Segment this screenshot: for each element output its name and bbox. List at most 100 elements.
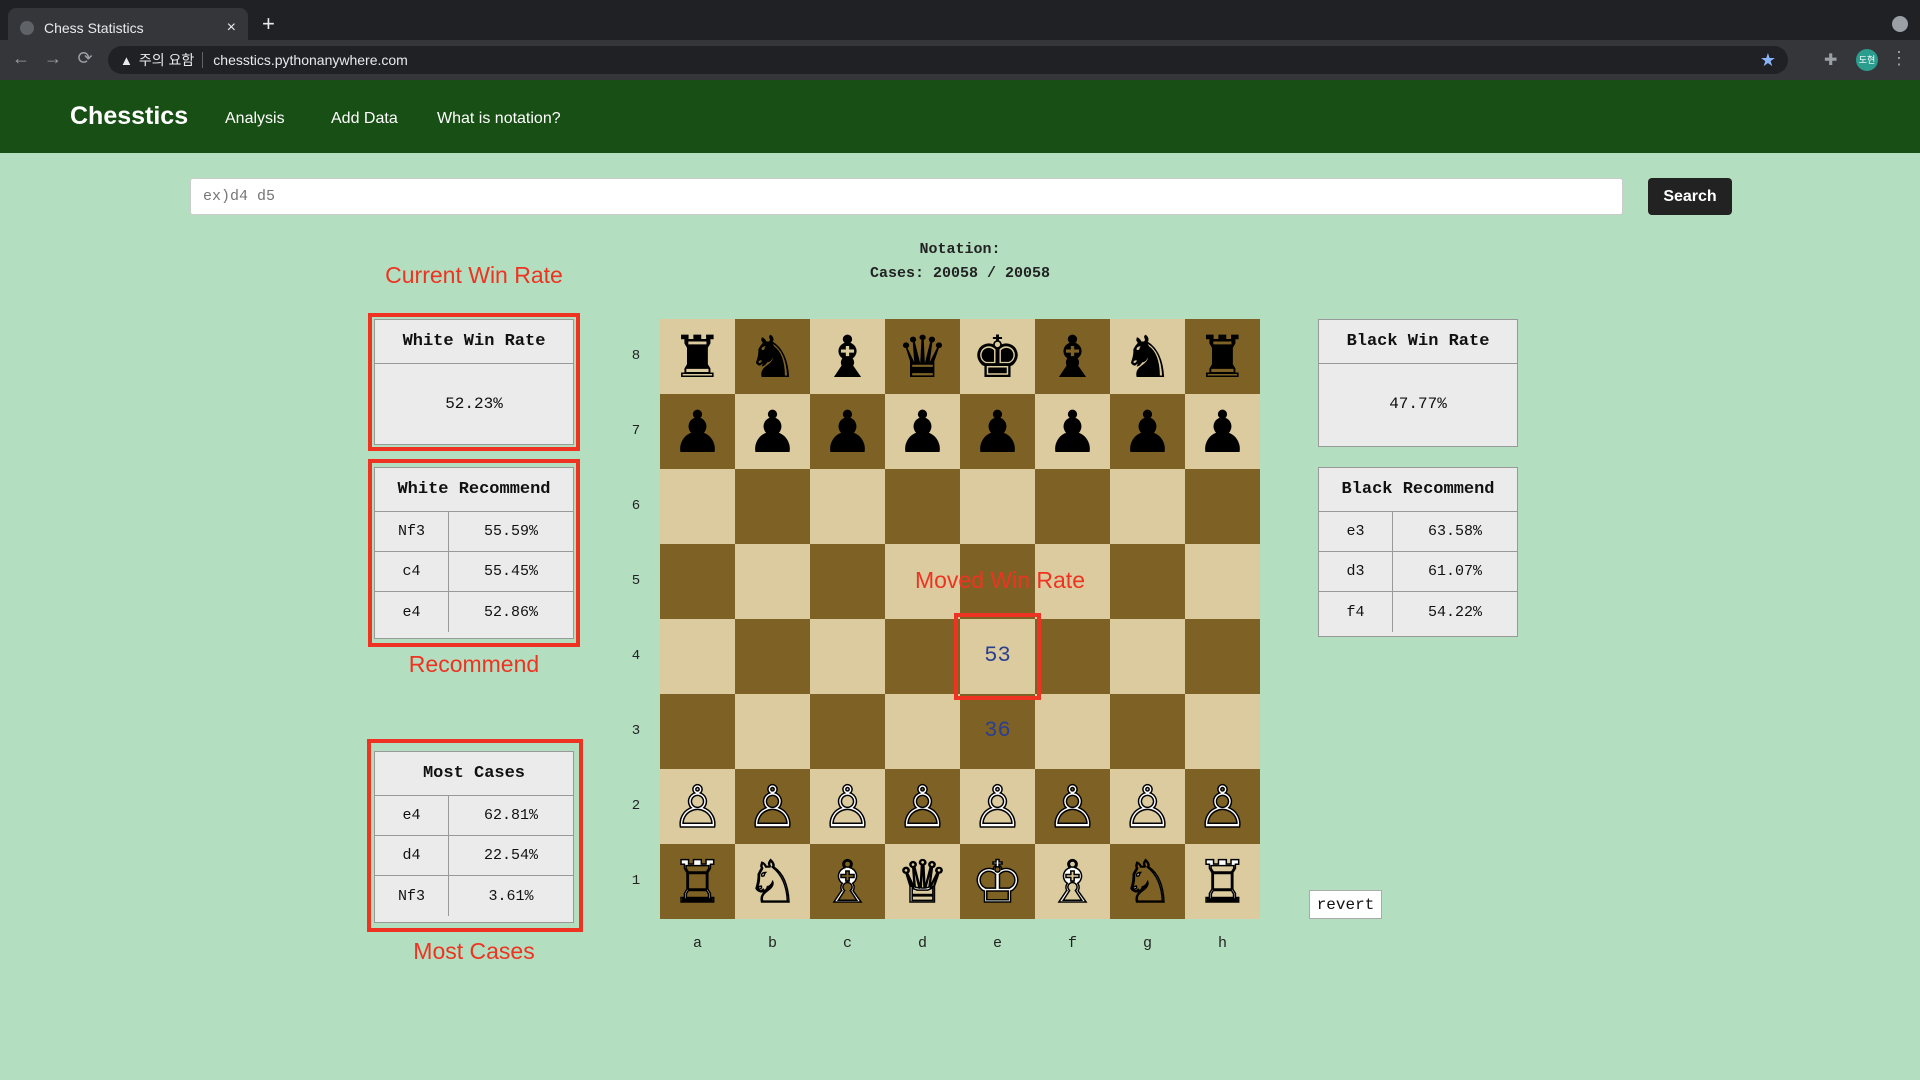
square-d3[interactable] — [885, 694, 960, 769]
square-h4[interactable] — [1185, 619, 1260, 694]
forward-icon[interactable]: → — [42, 48, 64, 69]
chess-piece[interactable]: ♟ — [822, 403, 874, 461]
chess-piece[interactable]: ♟ — [1047, 403, 1099, 461]
square-g5[interactable] — [1110, 544, 1185, 619]
square-a2[interactable]: ♙ — [660, 769, 735, 844]
square-h8[interactable]: ♜ — [1185, 319, 1260, 394]
chess-piece[interactable]: ♙ — [821, 777, 875, 837]
chess-piece[interactable]: ♙ — [1121, 777, 1175, 837]
square-g6[interactable] — [1110, 469, 1185, 544]
square-g2[interactable]: ♙ — [1110, 769, 1185, 844]
chess-piece[interactable]: ♝ — [1047, 328, 1099, 386]
kebab-menu-icon[interactable]: ⋮ — [1890, 48, 1908, 69]
chess-piece[interactable]: ♜ — [672, 328, 724, 386]
moved-win-rate-e4[interactable]: 53 — [960, 643, 1035, 668]
square-d7[interactable]: ♟ — [885, 394, 960, 469]
square-d4[interactable] — [885, 619, 960, 694]
tab-search-icon[interactable] — [1892, 16, 1908, 32]
square-h2[interactable]: ♙ — [1185, 769, 1260, 844]
square-f6[interactable] — [1035, 469, 1110, 544]
square-e7[interactable]: ♟ — [960, 394, 1035, 469]
square-a6[interactable] — [660, 469, 735, 544]
square-e6[interactable] — [960, 469, 1035, 544]
square-b4[interactable] — [735, 619, 810, 694]
security-warning[interactable]: 주의 요함 — [139, 50, 194, 70]
chess-piece[interactable]: ♘ — [1121, 852, 1175, 912]
nav-link-add-data[interactable]: Add Data — [331, 110, 398, 128]
square-a8[interactable]: ♜ — [660, 319, 735, 394]
chess-piece[interactable]: ♞ — [747, 328, 799, 386]
square-a3[interactable] — [660, 694, 735, 769]
square-a7[interactable]: ♟ — [660, 394, 735, 469]
chess-piece[interactable]: ♙ — [671, 777, 725, 837]
square-f4[interactable] — [1035, 619, 1110, 694]
new-tab-icon[interactable]: + — [262, 12, 275, 36]
square-g4[interactable] — [1110, 619, 1185, 694]
square-h7[interactable]: ♟ — [1185, 394, 1260, 469]
square-c3[interactable] — [810, 694, 885, 769]
chess-piece[interactable]: ♟ — [1197, 403, 1249, 461]
chess-piece[interactable]: ♖ — [671, 852, 725, 912]
extensions-puzzle-icon[interactable]: ✚ — [1824, 50, 1837, 70]
square-b7[interactable]: ♟ — [735, 394, 810, 469]
chess-piece[interactable]: ♝ — [822, 328, 874, 386]
square-b3[interactable] — [735, 694, 810, 769]
chess-piece[interactable]: ♕ — [896, 852, 950, 912]
square-a4[interactable] — [660, 619, 735, 694]
chess-piece[interactable]: ♟ — [1122, 403, 1174, 461]
nav-link-analysis[interactable]: Analysis — [225, 110, 285, 128]
square-g1[interactable]: ♘ — [1110, 844, 1185, 919]
chess-piece[interactable]: ♙ — [1196, 777, 1250, 837]
square-a1[interactable]: ♖ — [660, 844, 735, 919]
square-d6[interactable] — [885, 469, 960, 544]
square-b8[interactable]: ♞ — [735, 319, 810, 394]
reload-icon[interactable]: ⟳ — [74, 48, 96, 69]
chess-piece[interactable]: ♞ — [1122, 328, 1174, 386]
square-b5[interactable] — [735, 544, 810, 619]
square-c2[interactable]: ♙ — [810, 769, 885, 844]
chess-piece[interactable]: ♙ — [746, 777, 800, 837]
revert-button[interactable]: revert — [1309, 890, 1382, 919]
square-b6[interactable] — [735, 469, 810, 544]
square-e1[interactable]: ♔ — [960, 844, 1035, 919]
chess-piece[interactable]: ♙ — [896, 777, 950, 837]
chess-piece[interactable]: ♚ — [972, 328, 1024, 386]
chess-piece[interactable]: ♔ — [971, 852, 1025, 912]
chess-piece[interactable]: ♟ — [972, 403, 1024, 461]
url-text[interactable]: chesstics.pythonanywhere.com — [213, 52, 1760, 68]
square-g8[interactable]: ♞ — [1110, 319, 1185, 394]
notation-search-input[interactable] — [190, 178, 1623, 215]
square-f2[interactable]: ♙ — [1035, 769, 1110, 844]
square-f8[interactable]: ♝ — [1035, 319, 1110, 394]
chess-piece[interactable]: ♟ — [897, 403, 949, 461]
chess-piece[interactable]: ♗ — [1046, 852, 1100, 912]
square-h5[interactable] — [1185, 544, 1260, 619]
chess-piece[interactable]: ♙ — [971, 777, 1025, 837]
profile-avatar[interactable]: 도현 — [1856, 49, 1878, 71]
square-h6[interactable] — [1185, 469, 1260, 544]
nav-link-what-is-notation[interactable]: What is notation? — [437, 110, 561, 128]
square-c6[interactable] — [810, 469, 885, 544]
square-a5[interactable] — [660, 544, 735, 619]
square-c4[interactable] — [810, 619, 885, 694]
chess-piece[interactable]: ♘ — [746, 852, 800, 912]
square-f3[interactable] — [1035, 694, 1110, 769]
chess-piece[interactable]: ♟ — [747, 403, 799, 461]
square-g3[interactable] — [1110, 694, 1185, 769]
chess-piece[interactable]: ♛ — [897, 328, 949, 386]
close-icon[interactable]: × — [227, 19, 236, 37]
address-bar[interactable]: ▲ 주의 요함 chesstics.pythonanywhere.com ★ — [108, 46, 1788, 74]
moved-win-rate-e3[interactable]: 36 — [960, 718, 1035, 743]
square-g7[interactable]: ♟ — [1110, 394, 1185, 469]
square-c8[interactable]: ♝ — [810, 319, 885, 394]
chess-piece[interactable]: ♜ — [1197, 328, 1249, 386]
search-button[interactable]: Search — [1648, 178, 1732, 215]
chess-piece[interactable]: ♗ — [821, 852, 875, 912]
square-c1[interactable]: ♗ — [810, 844, 885, 919]
chess-piece[interactable]: ♖ — [1196, 852, 1250, 912]
square-c7[interactable]: ♟ — [810, 394, 885, 469]
square-d2[interactable]: ♙ — [885, 769, 960, 844]
square-e2[interactable]: ♙ — [960, 769, 1035, 844]
square-d1[interactable]: ♕ — [885, 844, 960, 919]
brand-logo[interactable]: Chesstics — [70, 102, 188, 131]
